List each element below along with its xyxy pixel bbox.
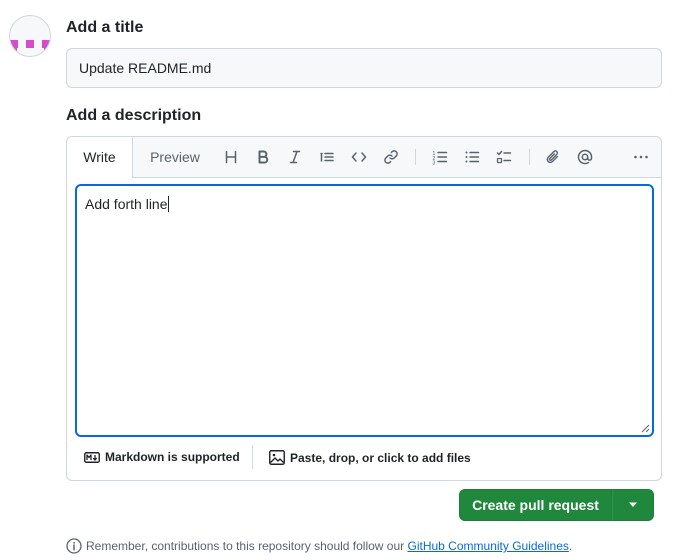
contribution-notice: Remember, contributions to this reposito… [66, 538, 572, 554]
attach-icon[interactable] [543, 147, 563, 167]
toolbar-divider [529, 149, 530, 165]
community-guidelines-link[interactable]: GitHub Community Guidelines [408, 539, 569, 553]
quote-icon[interactable] [317, 147, 337, 167]
info-icon [66, 538, 82, 554]
title-input[interactable]: Update README.md [66, 48, 662, 88]
link-icon[interactable] [381, 147, 401, 167]
identicon-icon [10, 40, 50, 54]
svg-text:3: 3 [433, 161, 436, 166]
tab-preview[interactable]: Preview [137, 137, 213, 177]
italic-icon[interactable] [285, 147, 305, 167]
description-label: Add a description [66, 107, 202, 124]
bold-icon[interactable] [253, 147, 273, 167]
description-text: Add forth line [85, 196, 168, 212]
attach-files[interactable]: Paste, drop, or click to add files [269, 450, 471, 465]
task-list-icon[interactable] [494, 147, 514, 167]
more-icon[interactable] [631, 147, 651, 167]
numbered-list-icon[interactable]: 123 [430, 147, 450, 167]
footer-divider [252, 445, 253, 469]
triangle-down-icon [629, 502, 637, 507]
code-icon[interactable] [349, 147, 369, 167]
toolbar-divider [415, 149, 416, 165]
markdown-icon [84, 451, 100, 463]
text-caret [167, 196, 169, 212]
unordered-list-icon[interactable] [462, 147, 482, 167]
description-editor: Write Preview 123 Add forth line Markdow… [66, 136, 662, 481]
create-pull-request-button[interactable]: Create pull request [459, 489, 612, 521]
title-label: Add a title [66, 19, 144, 36]
mention-icon[interactable] [575, 147, 595, 167]
heading-icon[interactable] [221, 147, 241, 167]
markdown-supported[interactable]: Markdown is supported [84, 450, 240, 464]
editor-toolbar: Write Preview 123 [67, 137, 661, 178]
image-icon [269, 450, 285, 465]
tab-write[interactable]: Write [67, 137, 133, 178]
resize-handle-icon[interactable] [641, 424, 650, 433]
description-textarea[interactable]: Add forth line [75, 184, 654, 437]
create-options-dropdown[interactable] [612, 489, 654, 521]
avatar[interactable] [9, 15, 51, 57]
